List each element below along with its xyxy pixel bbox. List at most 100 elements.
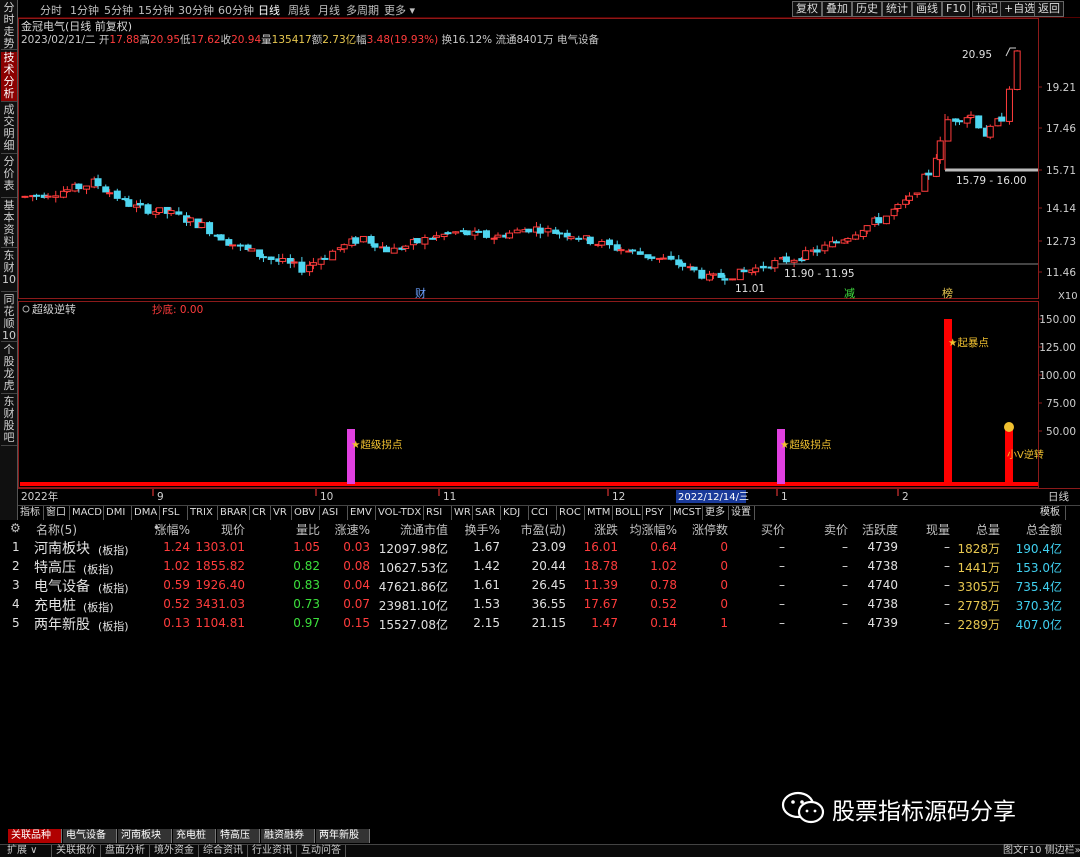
toolbar-btn-3[interactable]: 统计 bbox=[882, 1, 912, 17]
col-header-12[interactable]: 买价 bbox=[761, 521, 785, 538]
toolbar-btn-8[interactable]: 返回 bbox=[1034, 1, 1064, 17]
indicator-tab-15[interactable]: WR bbox=[452, 506, 473, 520]
left-tab-2[interactable]: 成交明细 bbox=[1, 104, 17, 154]
indicator-tab-17[interactable]: KDJ bbox=[501, 506, 529, 520]
related-tab-5[interactable]: 融资融券 bbox=[261, 829, 315, 843]
table-row[interactable]: 4 充电桩 (板指) 0.52 3431.03 0.73 0.07 23981.10亿 1.53… bbox=[0, 596, 1080, 615]
period-0[interactable]: 分时 bbox=[40, 2, 62, 18]
indicator-tab-21[interactable]: BOLL bbox=[613, 506, 643, 520]
toolbar-btn-6[interactable]: 标记 bbox=[972, 1, 1002, 17]
period-4[interactable]: 30分钟 bbox=[178, 2, 214, 18]
indicator-tab-6[interactable]: TRIX bbox=[188, 506, 218, 520]
left-tab-6[interactable]: 同花顺10 bbox=[1, 294, 17, 342]
indicator-tab-13[interactable]: VOL-TDX bbox=[376, 506, 424, 520]
left-tab-1[interactable]: 技术分析 bbox=[1, 52, 17, 102]
indicator-tab-20[interactable]: MTM bbox=[585, 506, 613, 520]
left-tab-0[interactable]: 分时走势 bbox=[1, 2, 17, 50]
related-tab-4[interactable]: 特高压 bbox=[217, 829, 260, 843]
related-tab-6[interactable]: 两年新股 bbox=[316, 829, 370, 843]
col-header-7[interactable]: 换手% bbox=[465, 521, 500, 538]
toolbar-btn-1[interactable]: 叠加 bbox=[822, 1, 852, 17]
related-tab-0[interactable]: 关联品种 bbox=[8, 829, 62, 843]
indicator-tab-22[interactable]: PSY bbox=[643, 506, 671, 520]
row-name[interactable]: 电气设备 bbox=[34, 576, 90, 596]
toolbar-btn-2[interactable]: 历史 bbox=[852, 1, 882, 17]
kline-chart[interactable]: 19.21 17.46 15.71 14.14 12.73 11.46 X10 超级逆转 抄底… bbox=[18, 18, 1080, 505]
indicator-tab-3[interactable]: DMI bbox=[104, 506, 132, 520]
left-tab-7[interactable]: 个股龙虎 bbox=[1, 344, 17, 394]
table-row[interactable]: 3 电气设备 (板指) 0.59 1926.40 0.83 0.04 47621.86亿 1.6… bbox=[0, 577, 1080, 596]
table-row[interactable]: 2 特高压 (板指) 1.02 1855.82 0.82 0.08 10627.53亿 1.42… bbox=[0, 558, 1080, 577]
left-tab-8[interactable]: 东财股吧 bbox=[1, 396, 17, 446]
status-item-3[interactable]: 境外资金 bbox=[151, 845, 199, 857]
period-10[interactable]: 更多 ▾ bbox=[384, 2, 415, 18]
col-header-10[interactable]: 均涨幅% bbox=[630, 521, 677, 538]
indicator-tab-12[interactable]: EMV bbox=[348, 506, 376, 520]
candle-body bbox=[236, 244, 244, 247]
status-item-6[interactable]: 互动问答 bbox=[298, 845, 346, 857]
table-row[interactable]: 1 河南板块 (板指) 1.24 1303.01 1.05 0.03 12097.98亿 1.6… bbox=[0, 539, 1080, 558]
indicator-tab-1[interactable]: 窗口 bbox=[44, 506, 70, 520]
status-item-0[interactable]: 扩展 ∨ bbox=[4, 845, 52, 857]
period-9[interactable]: 多周期 bbox=[346, 2, 379, 18]
period-6[interactable]: 日线 bbox=[258, 2, 280, 18]
col-header-4[interactable]: 量比 bbox=[296, 521, 320, 538]
indicator-tab-7[interactable]: BRAR bbox=[218, 506, 250, 520]
left-tab-3[interactable]: 分价表 bbox=[1, 156, 17, 198]
table-row[interactable]: 5 两年新股 (板指) 0.13 1104.81 0.97 0.15 15527.08亿 2.1… bbox=[0, 615, 1080, 634]
status-item-4[interactable]: 综合资讯 bbox=[200, 845, 248, 857]
gear-icon[interactable]: ⚙ bbox=[10, 521, 21, 535]
indicator-tab-19[interactable]: ROC bbox=[557, 506, 585, 520]
indicator-tab-2[interactable]: MACD bbox=[70, 506, 104, 520]
row-name[interactable]: 特高压 bbox=[34, 557, 76, 577]
left-tab-4[interactable]: 基本资料 bbox=[1, 200, 17, 248]
indicator-tab-24[interactable]: 更多 bbox=[703, 506, 729, 520]
col-header-0[interactable]: 名称(5) bbox=[36, 521, 77, 538]
col-header-6[interactable]: 流通市值 bbox=[400, 521, 448, 538]
indicator-tab-23[interactable]: MCST bbox=[671, 506, 703, 520]
period-3[interactable]: 15分钟 bbox=[138, 2, 174, 18]
left-tab-5[interactable]: 东财10 bbox=[1, 250, 17, 292]
col-header-11[interactable]: 涨停数 bbox=[692, 521, 728, 538]
col-header-16[interactable]: 总量 bbox=[976, 521, 1000, 538]
row-name[interactable]: 两年新股 bbox=[34, 614, 90, 634]
period-1[interactable]: 1分钟 bbox=[70, 2, 99, 18]
col-header-5[interactable]: 涨速% bbox=[335, 521, 370, 538]
toolbar-btn-5[interactable]: F10 bbox=[942, 1, 971, 17]
period-5[interactable]: 60分钟 bbox=[218, 2, 254, 18]
row-name[interactable]: 河南板块 bbox=[34, 538, 90, 558]
status-item-1[interactable]: 关联报价 bbox=[53, 845, 101, 857]
status-item-5[interactable]: 行业资讯 bbox=[249, 845, 297, 857]
col-header-17[interactable]: 总金额 bbox=[1026, 521, 1062, 538]
col-header-3[interactable]: 现价 bbox=[221, 521, 245, 538]
indicator-tab-10[interactable]: OBV bbox=[292, 506, 320, 520]
status-item-2[interactable]: 盘面分析 bbox=[102, 845, 150, 857]
indicator-tab-16[interactable]: SAR bbox=[473, 506, 501, 520]
toolbar-btn-0[interactable]: 复权 bbox=[792, 1, 822, 17]
indicator-tab-0[interactable]: 指标 bbox=[18, 506, 44, 520]
indicator-tab-25[interactable]: 设置 bbox=[729, 506, 755, 520]
related-tab-2[interactable]: 河南板块 bbox=[118, 829, 172, 843]
col-header-13[interactable]: 卖价 bbox=[824, 521, 848, 538]
col-header-8[interactable]: 市盈(动) bbox=[521, 521, 566, 538]
indicator-tab-14[interactable]: RSI bbox=[424, 506, 452, 520]
indicator-tab-8[interactable]: CR bbox=[250, 506, 271, 520]
row-name[interactable]: 充电桩 bbox=[34, 595, 76, 615]
col-header-2[interactable]: 涨幅% bbox=[155, 521, 190, 538]
period-7[interactable]: 周线 bbox=[288, 2, 310, 18]
period-8[interactable]: 月线 bbox=[318, 2, 340, 18]
status-right[interactable]: 图文F10 侧边栏» bbox=[1000, 845, 1080, 857]
indicator-tab-5[interactable]: FSL bbox=[160, 506, 188, 520]
col-header-14[interactable]: 活跃度 bbox=[862, 521, 898, 538]
indicator-tab-9[interactable]: VR bbox=[271, 506, 292, 520]
related-tab-3[interactable]: 充电桩 bbox=[173, 829, 216, 843]
indicator-tab-18[interactable]: CCI bbox=[529, 506, 557, 520]
toolbar-btn-4[interactable]: 画线 bbox=[912, 1, 942, 17]
col-header-15[interactable]: 现量 bbox=[926, 521, 950, 538]
indicator-tab-11[interactable]: ASI bbox=[320, 506, 348, 520]
related-tab-1[interactable]: 电气设备 bbox=[63, 829, 117, 843]
indicator-tab-4[interactable]: DMA bbox=[132, 506, 160, 520]
col-header-9[interactable]: 涨跌 bbox=[594, 521, 618, 538]
template-button[interactable]: 模板 bbox=[1038, 506, 1066, 520]
period-2[interactable]: 5分钟 bbox=[104, 2, 133, 18]
